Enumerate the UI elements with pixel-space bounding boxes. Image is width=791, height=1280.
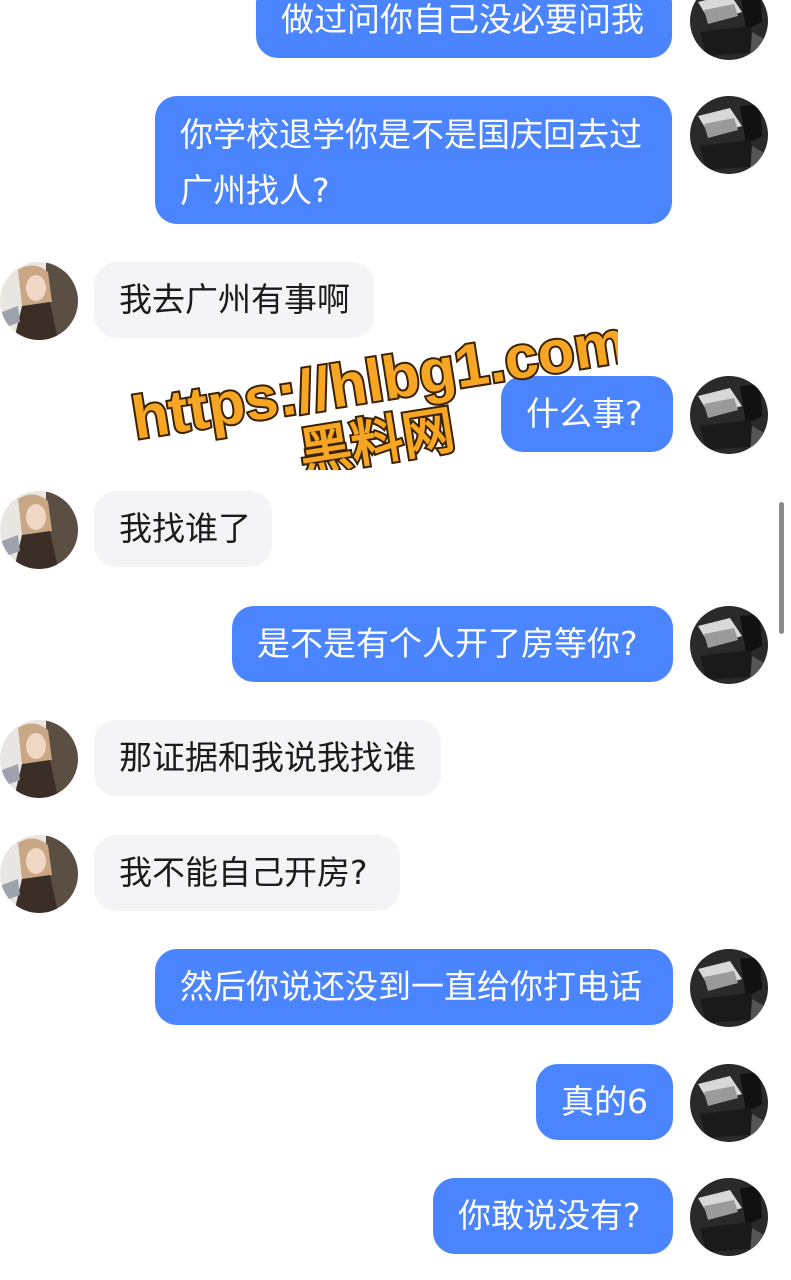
my-avatar[interactable] — [690, 1178, 768, 1256]
contact-message-bubble[interactable]: 我去广州有事啊 — [94, 262, 374, 338]
my-message-bubble[interactable]: 是不是有个人开了房等你? — [232, 606, 673, 682]
my-avatar[interactable] — [690, 376, 768, 454]
my-message-bubble[interactable]: 你学校退学你是不是国庆回去过 广州找人? — [155, 96, 672, 224]
avatar-photo-icon — [690, 1178, 768, 1256]
message-text: 你学校退学你是不是国庆回去过 — [180, 115, 642, 154]
my-message-bubble[interactable]: 然后你说还没到一直给你打电话 — [155, 949, 673, 1025]
my-avatar[interactable] — [690, 96, 768, 174]
avatar-photo-icon — [690, 606, 768, 684]
avatar-photo-icon — [690, 96, 768, 174]
message-text: 你敢说没有? — [458, 1196, 641, 1235]
my-avatar[interactable] — [690, 606, 768, 684]
avatar-photo-icon — [690, 949, 768, 1027]
avatar-photo-icon — [690, 1064, 768, 1142]
my-message-bubble[interactable]: 你敢说没有? — [433, 1178, 673, 1254]
contact-message-bubble[interactable]: 我找谁了 — [94, 491, 272, 567]
my-avatar[interactable] — [690, 0, 768, 60]
contact-message-bubble[interactable]: 我不能自己开房? — [94, 835, 400, 911]
my-message-bubble[interactable]: 做过问你自己没必要问我 — [256, 0, 672, 58]
message-text: 做过问你自己没必要问我 — [281, 0, 644, 39]
my-avatar[interactable] — [690, 949, 768, 1027]
avatar-photo-icon — [690, 0, 768, 60]
avatar-photo-icon — [690, 376, 768, 454]
my-avatar[interactable] — [690, 1064, 768, 1142]
message-text: 我不能自己开房? — [119, 853, 368, 892]
message-text: 什么事? — [526, 394, 643, 433]
contact-message-bubble[interactable]: 那证据和我说我找谁 — [94, 720, 441, 796]
contact-avatar[interactable] — [0, 262, 78, 340]
message-text: 真的6 — [561, 1082, 648, 1121]
my-message-bubble[interactable]: 真的6 — [536, 1064, 673, 1140]
avatar-photo-icon — [0, 262, 78, 340]
message-text: 那证据和我说我找谁 — [119, 738, 416, 777]
my-message-bubble[interactable]: 什么事? — [501, 376, 673, 452]
contact-avatar[interactable] — [0, 491, 78, 569]
scrollbar-thumb[interactable] — [779, 502, 784, 634]
message-text: 然后你说还没到一直给你打电话 — [180, 967, 642, 1006]
contact-avatar[interactable] — [0, 720, 78, 798]
message-text: 是不是有个人开了房等你? — [257, 624, 638, 663]
avatar-photo-icon — [0, 835, 78, 913]
message-text: 广州找人? — [180, 171, 330, 210]
avatar-photo-icon — [0, 491, 78, 569]
avatar-photo-icon — [0, 720, 78, 798]
watermark-site-name: 黑料网 — [295, 400, 458, 470]
contact-avatar[interactable] — [0, 835, 78, 913]
message-text: 我找谁了 — [119, 509, 251, 548]
message-text: 我去广州有事啊 — [119, 280, 350, 319]
